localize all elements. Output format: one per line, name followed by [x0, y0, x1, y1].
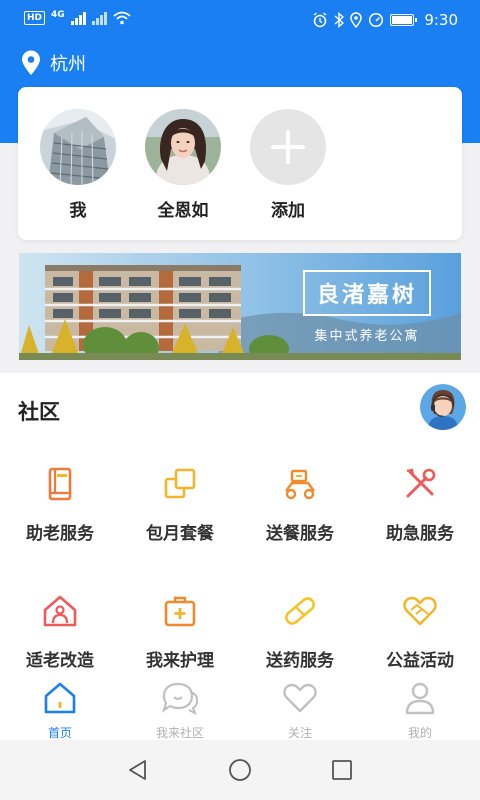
hd-indicator: HD — [24, 11, 46, 25]
bluetooth-icon — [334, 12, 345, 28]
wifi-icon — [113, 11, 131, 25]
tab-label: 我的 — [407, 726, 432, 740]
tools-icon — [406, 468, 436, 498]
city-name: 杭州 — [50, 54, 86, 75]
service-elder-help[interactable]: 助老服务 — [0, 466, 120, 544]
tab-label: 首页 — [47, 726, 72, 740]
status-bar: HD 4G 9:30 — [0, 0, 480, 40]
signal-2-icon — [91, 11, 107, 25]
customer-service-button[interactable] — [420, 384, 466, 430]
service-label: 公益活动 — [386, 651, 454, 671]
contact-name: 全恩如 — [157, 201, 209, 221]
avatar — [145, 109, 221, 185]
service-label: 包月套餐 — [146, 524, 214, 544]
building-photo — [40, 109, 116, 185]
home-person-icon — [43, 595, 77, 627]
book-icon — [48, 467, 72, 501]
service-monthly-package[interactable]: 包月套餐 — [120, 466, 240, 544]
service-medicine-delivery[interactable]: 送药服务 — [240, 593, 360, 671]
system-navigation-bar — [0, 740, 480, 800]
promo-banner[interactable]: 良渚嘉树 集中式养老公寓 — [19, 253, 461, 360]
banner-title: 良渚嘉树 — [303, 270, 431, 316]
customer-service-avatar-icon — [420, 384, 466, 430]
add-icon — [250, 109, 326, 185]
signal-icon — [70, 11, 86, 25]
tab-follow[interactable]: 关注 — [240, 680, 360, 741]
home-circle-icon[interactable] — [228, 758, 252, 782]
back-icon[interactable] — [126, 758, 150, 782]
service-meal-delivery[interactable]: 送餐服务 — [240, 466, 360, 544]
bottom-tab-bar: 首页 我来社区 关注 我的 — [0, 676, 480, 740]
contacts-card: 我 全恩如 添加 — [18, 87, 462, 240]
location-selector[interactable]: 杭州 — [20, 50, 86, 76]
service-label: 助老服务 — [26, 524, 94, 544]
clock: 9:30 — [424, 11, 458, 29]
location-icon — [350, 12, 363, 28]
woman-photo — [145, 109, 221, 185]
squares-icon — [164, 468, 196, 499]
service-label: 我来护理 — [146, 651, 214, 671]
section-title: 社区 — [18, 400, 60, 424]
medical-kit-icon — [164, 596, 196, 627]
tab-mine[interactable]: 我的 — [360, 680, 480, 741]
service-label: 适老改造 — [26, 651, 94, 671]
recents-icon[interactable] — [330, 758, 354, 782]
chat-icon — [162, 682, 199, 716]
service-label: 助急服务 — [386, 524, 454, 544]
avatar — [40, 109, 116, 185]
tab-label: 关注 — [287, 726, 312, 740]
banner-subtitle: 集中式养老公寓 — [314, 329, 420, 344]
scooter-icon — [285, 469, 315, 500]
home-icon — [44, 682, 76, 714]
heart-icon — [283, 683, 317, 713]
contact-name: 添加 — [271, 201, 305, 221]
map-pin-icon — [22, 50, 40, 75]
service-label: 送药服务 — [266, 651, 334, 671]
pill-icon — [285, 597, 315, 625]
alarm-icon — [313, 12, 327, 28]
tab-community[interactable]: 我来社区 — [120, 680, 240, 741]
tab-label: 我来社区 — [155, 726, 204, 740]
tab-home[interactable]: 首页 — [0, 680, 120, 741]
service-label: 送餐服务 — [266, 524, 334, 544]
service-emergency-help[interactable]: 助急服务 — [360, 466, 480, 544]
person-icon — [405, 682, 435, 715]
heart-hands-icon — [403, 596, 437, 626]
network-type: 4G — [51, 10, 65, 20]
contact-me[interactable]: 我 — [40, 109, 116, 221]
contact-name: 我 — [69, 201, 87, 221]
speedometer-icon — [369, 12, 384, 28]
service-charity-activity[interactable]: 公益活动 — [360, 593, 480, 671]
service-nursing[interactable]: 我来护理 — [120, 593, 240, 671]
service-home-adaptation[interactable]: 适老改造 — [0, 593, 120, 671]
add-contact-button[interactable]: 添加 — [250, 109, 326, 221]
battery-icon — [390, 14, 418, 26]
contact-person[interactable]: 全恩如 — [145, 109, 221, 221]
